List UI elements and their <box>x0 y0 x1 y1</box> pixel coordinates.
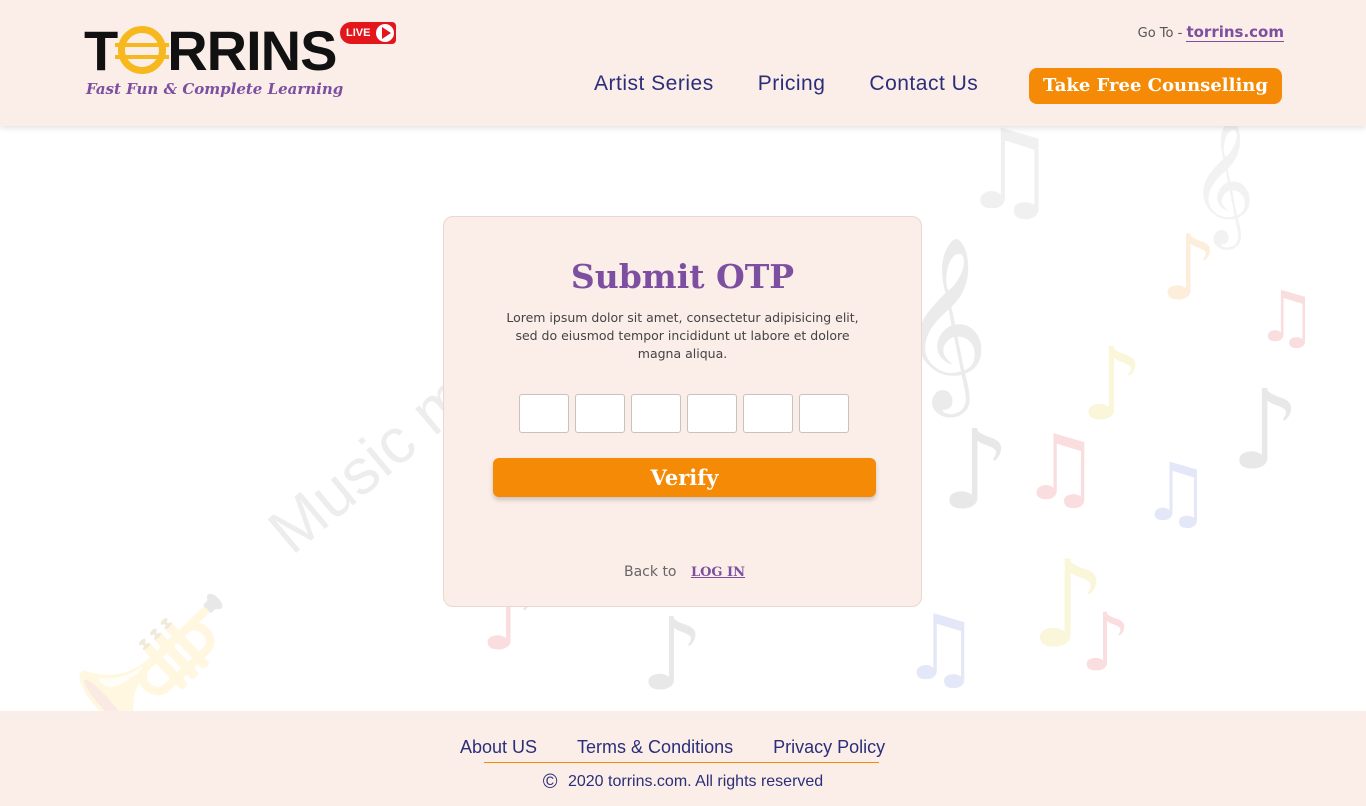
footer-about-us[interactable]: About US <box>460 737 537 758</box>
back-to-login: Back to LOG IN <box>624 564 745 580</box>
music-note-icon: ♪ <box>1160 216 1218 321</box>
otp-card: Submit OTP Lorem ipsum dolor sit amet, c… <box>443 216 922 607</box>
nav-artist-series[interactable]: Artist Series <box>594 72 714 96</box>
nav-contact-us[interactable]: Contact Us <box>869 72 978 96</box>
copyright-text: © 2020 torrins.com. All rights reserved <box>0 771 1366 794</box>
back-to-text: Back to <box>624 564 677 580</box>
card-title: Submit OTP <box>570 257 795 296</box>
copyright-label: 2020 torrins.com. All rights reserved <box>567 773 824 790</box>
verify-button[interactable]: Verify <box>493 458 876 497</box>
music-note-icon: ♪ <box>1230 366 1301 494</box>
main-nav: Artist Series Pricing Contact Us <box>594 72 1022 96</box>
torrins-home-link[interactable]: torrins.com <box>1186 23 1284 42</box>
footer-links: About US Terms & Conditions Privacy Poli… <box>460 737 925 758</box>
footer-divider <box>484 762 879 763</box>
music-note-icon: ♪ <box>640 596 704 711</box>
music-note-icon: ♫ <box>1255 276 1318 358</box>
card-description: Lorem ipsum dolor sit amet, consectetur … <box>506 310 859 361</box>
logo-wordmark: T RRINS <box>84 19 337 82</box>
otp-digit-3[interactable] <box>631 394 681 433</box>
otp-input-group <box>519 394 849 433</box>
take-free-counselling-button[interactable]: Take Free Counselling <box>1029 68 1282 104</box>
footer-terms[interactable]: Terms & Conditions <box>577 737 733 758</box>
footer-privacy-policy[interactable]: Privacy Policy <box>773 737 885 758</box>
play-icon <box>374 22 396 44</box>
otp-digit-1[interactable] <box>519 394 569 433</box>
otp-digit-5[interactable] <box>743 394 793 433</box>
goto-link-area: Go To - torrins.com <box>1137 23 1284 42</box>
torrins-logo[interactable]: T RRINS Fast Fun & Complete Learning LIVE <box>84 22 404 104</box>
live-label: LIVE <box>346 27 371 39</box>
music-note-icon: ♫ <box>960 126 1059 234</box>
goto-prefix: Go To - <box>1137 26 1183 41</box>
logo-o-icon <box>115 26 170 74</box>
site-footer: About US Terms & Conditions Privacy Poli… <box>0 711 1366 806</box>
music-note-icon: ♫ <box>900 596 981 701</box>
music-note-icon: ♪ <box>1080 596 1132 689</box>
live-badge[interactable]: LIVE <box>340 22 396 44</box>
otp-digit-6[interactable] <box>799 394 849 433</box>
music-note-icon: ♪ <box>940 406 1011 534</box>
copyright-icon: © <box>542 771 558 793</box>
music-note-icon: ♫ <box>1140 446 1212 539</box>
trumpet-icon: 🎺 <box>70 586 232 711</box>
login-link[interactable]: LOG IN <box>691 565 745 580</box>
logo-tagline: Fast Fun & Complete Learning <box>86 80 344 98</box>
site-header: T RRINS Fast Fun & Complete Learning LIVE… <box>0 0 1366 126</box>
otp-digit-4[interactable] <box>687 394 737 433</box>
nav-pricing[interactable]: Pricing <box>758 72 826 96</box>
music-note-icon: ♫ <box>1020 416 1101 521</box>
otp-digit-2[interactable] <box>575 394 625 433</box>
